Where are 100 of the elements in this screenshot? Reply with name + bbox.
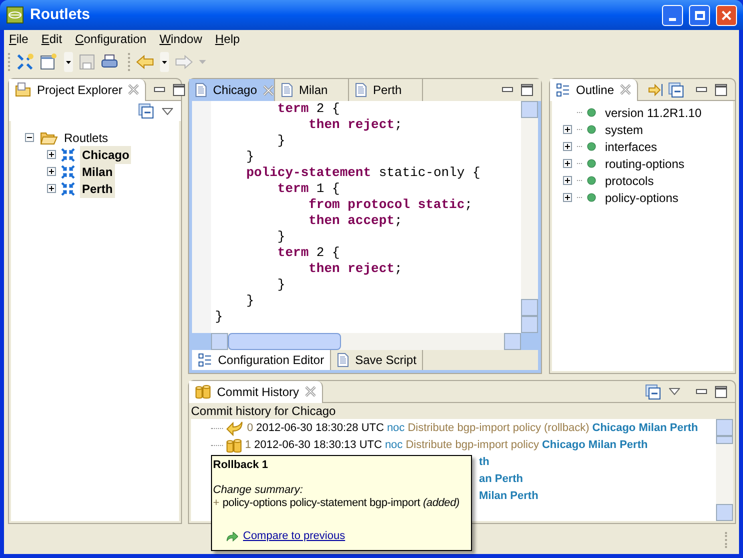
minimize-button[interactable] bbox=[662, 4, 683, 26]
tree-item[interactable]: Milan bbox=[80, 162, 115, 180]
menu-item[interactable]: Help bbox=[215, 30, 240, 48]
view-tab[interactable]: Project Explorer bbox=[9, 78, 146, 100]
expand-icon[interactable] bbox=[563, 159, 572, 168]
dropdown-icon[interactable] bbox=[64, 52, 73, 72]
folder-icon bbox=[15, 82, 31, 98]
minimize-icon[interactable] bbox=[696, 86, 707, 92]
dropdown-icon[interactable] bbox=[160, 52, 169, 72]
node-dot-icon bbox=[587, 176, 596, 185]
link-arrow-icon[interactable] bbox=[648, 82, 664, 96]
maximize-icon[interactable] bbox=[521, 84, 533, 96]
tooltip-title: Rollback 1 bbox=[213, 459, 270, 472]
expand-icon[interactable] bbox=[563, 176, 572, 185]
menu-item[interactable]: File bbox=[9, 30, 28, 48]
vertical-scrollbar[interactable] bbox=[716, 419, 733, 521]
collapse-icon[interactable] bbox=[25, 133, 34, 142]
commit-number: 1 bbox=[245, 438, 252, 454]
expand-icon[interactable] bbox=[47, 167, 56, 176]
tree-item[interactable]: Routlets bbox=[64, 128, 108, 146]
document-icon bbox=[281, 83, 293, 97]
router-list[interactable]: Chicago Milan Perth bbox=[592, 420, 698, 437]
code-line: then reject; bbox=[308, 117, 402, 133]
expand-icon[interactable] bbox=[47, 150, 56, 159]
tree-item[interactable]: Perth bbox=[80, 180, 115, 198]
vertical-scrollbar[interactable] bbox=[521, 101, 538, 333]
editor-page-tab[interactable]: Configuration Editor bbox=[192, 350, 332, 370]
maximize-icon[interactable] bbox=[715, 386, 727, 398]
editor-tab[interactable]: Chicago bbox=[189, 79, 275, 101]
minimize-icon[interactable] bbox=[502, 87, 513, 93]
change-summary-label: Change summary: bbox=[213, 484, 304, 497]
commit-user: noc bbox=[384, 438, 403, 454]
close-icon[interactable] bbox=[128, 84, 140, 95]
expand-icon[interactable] bbox=[47, 184, 56, 193]
outline-item[interactable]: version 11.2R1.10 bbox=[605, 104, 702, 122]
print-icon[interactable] bbox=[101, 54, 118, 70]
menu-item[interactable]: Window bbox=[159, 30, 202, 48]
router-list[interactable]: Chicago Milan Perth bbox=[542, 437, 648, 454]
maximize-icon[interactable] bbox=[173, 84, 186, 96]
editor-page-tab[interactable]: Save Script bbox=[331, 350, 424, 370]
node-dot-icon bbox=[587, 193, 596, 202]
outline-item[interactable]: policy-options bbox=[605, 188, 678, 206]
node-dot-icon bbox=[587, 108, 596, 117]
router-list[interactable]: th bbox=[479, 454, 490, 471]
router-list[interactable]: an Perth bbox=[479, 471, 524, 488]
minimize-icon[interactable] bbox=[154, 86, 166, 92]
view-menu-icon[interactable] bbox=[669, 388, 680, 395]
collapse-all-icon[interactable] bbox=[668, 82, 684, 98]
commit-number: 0 bbox=[247, 421, 254, 436]
view-menu-icon[interactable] bbox=[162, 108, 173, 114]
router-list[interactable]: Milan Perth bbox=[479, 488, 538, 505]
commit-message: Distribute bgp-import policy (rollback) bbox=[408, 421, 590, 436]
collapse-all-icon[interactable] bbox=[138, 103, 154, 119]
code-line: } bbox=[245, 149, 254, 165]
code-line: } bbox=[276, 277, 286, 293]
commit-time: 2012-06-30 18:30:28 UTC bbox=[256, 421, 384, 436]
expand-icon[interactable] bbox=[563, 125, 572, 134]
routers-icon[interactable] bbox=[16, 53, 34, 71]
collapse-all-icon[interactable] bbox=[645, 384, 661, 400]
expand-icon[interactable] bbox=[563, 142, 572, 151]
code-line: } bbox=[215, 309, 223, 325]
outline-item[interactable]: protocols bbox=[605, 172, 654, 190]
view-tab[interactable]: Outline bbox=[550, 78, 638, 100]
document-icon bbox=[337, 353, 350, 367]
close-icon[interactable] bbox=[263, 84, 274, 96]
node-dot-icon bbox=[587, 159, 596, 168]
code-line: term 1 { bbox=[276, 181, 340, 197]
commit-message: Distribute bgp-import policy bbox=[406, 438, 539, 454]
view-tab[interactable]: Commit History bbox=[189, 380, 324, 402]
tree-item[interactable]: Chicago bbox=[80, 146, 132, 164]
close-icon bbox=[721, 10, 732, 20]
outline-item[interactable]: system bbox=[605, 120, 644, 138]
open-folder-icon bbox=[40, 130, 58, 144]
new-file-icon[interactable] bbox=[40, 53, 58, 71]
menu-item[interactable]: Edit bbox=[41, 30, 62, 48]
router-icon bbox=[60, 180, 76, 196]
expand-icon[interactable] bbox=[563, 193, 572, 202]
code-line: policy-statement static-only { bbox=[245, 165, 480, 181]
outline-item[interactable]: routing-options bbox=[605, 154, 684, 172]
close-icon[interactable] bbox=[305, 386, 316, 397]
horizontal-scrollbar[interactable] bbox=[211, 333, 521, 350]
maximize-icon[interactable] bbox=[715, 84, 727, 96]
minimize-icon[interactable] bbox=[696, 388, 707, 394]
document-icon bbox=[355, 83, 367, 97]
app-icon bbox=[6, 6, 24, 24]
commit-user: noc bbox=[386, 421, 405, 436]
close-button[interactable] bbox=[716, 4, 737, 26]
outline-icon bbox=[556, 82, 570, 96]
database-icon bbox=[195, 384, 211, 400]
added-marker: + bbox=[213, 497, 220, 510]
router-icon bbox=[60, 164, 76, 180]
outline-item[interactable]: interfaces bbox=[605, 138, 658, 156]
compare-link[interactable]: Compare to previous bbox=[243, 530, 346, 543]
close-icon[interactable] bbox=[620, 84, 632, 95]
maximize-button[interactable] bbox=[689, 4, 710, 26]
outline-icon bbox=[198, 353, 212, 367]
return-arrow-icon bbox=[226, 420, 244, 436]
code-line: } bbox=[276, 229, 286, 245]
menu-item[interactable]: Configuration bbox=[75, 30, 146, 48]
router-icon bbox=[60, 146, 76, 162]
